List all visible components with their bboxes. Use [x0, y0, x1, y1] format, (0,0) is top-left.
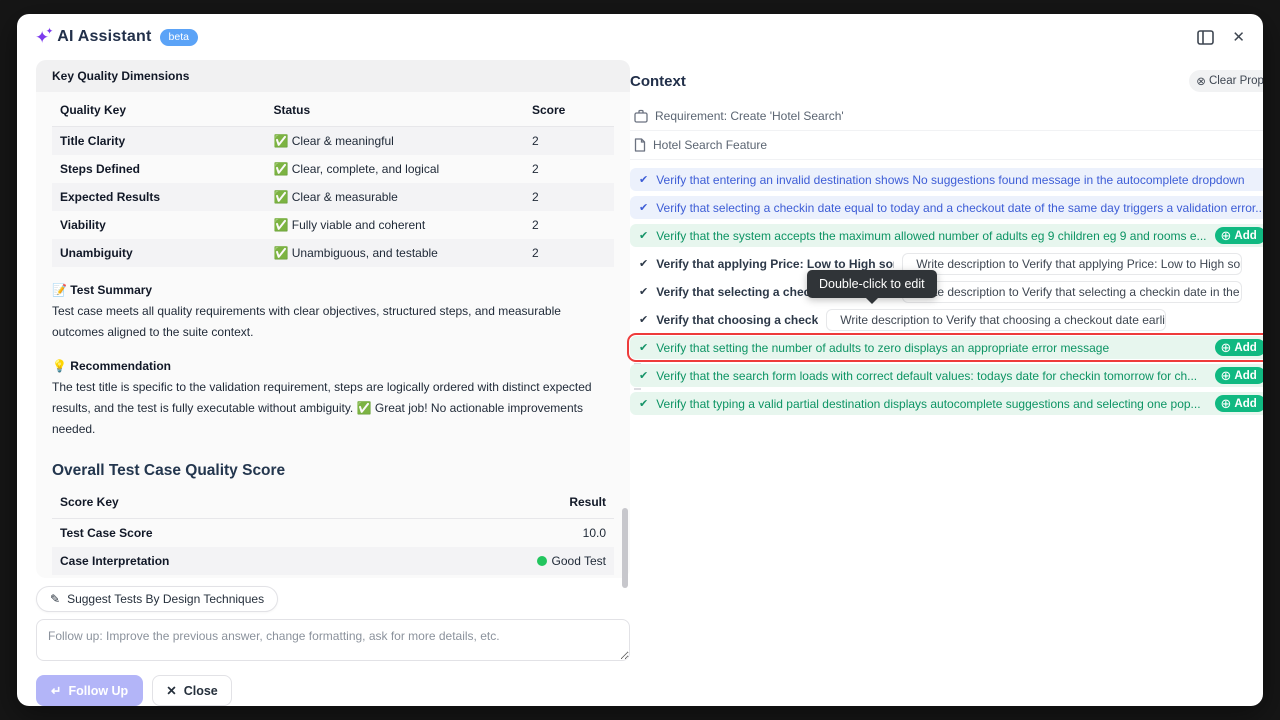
feature-context-row: Hotel Search Feature: [630, 131, 1263, 160]
table-row: Case Interpretation Good Test: [52, 547, 614, 575]
table-row: Steps Defined ✅ Clear, complete, and log…: [52, 155, 614, 183]
proposal-row[interactable]: ✔ Verify that choosing a check Write des…: [630, 308, 1263, 331]
proposal-row-highlighted[interactable]: ✔ Verify that setting the number of adul…: [630, 336, 1263, 359]
check-icon: ✔: [639, 285, 648, 298]
lightbulb-icon: 💡: [52, 359, 67, 373]
return-icon: ↵: [51, 683, 61, 698]
proposal-row[interactable]: ✔ Verify that selecting a checkin date i…: [630, 280, 1263, 303]
left-scrollbar-thumb[interactable]: [622, 508, 628, 588]
assistant-message: Key Quality Dimensions Quality Key Statu…: [36, 60, 630, 578]
circle-plus-icon: ⊕: [1221, 229, 1232, 242]
check-icon: ✔: [639, 397, 648, 410]
score-table: Score Key Result Test Case Score 10.0 Ca…: [52, 486, 614, 575]
edit-tooltip: Double-click to edit: [807, 270, 937, 298]
follow-up-input[interactable]: [36, 619, 630, 661]
table-row: Expected Results ✅ Clear & measurable 2: [52, 183, 614, 211]
proposal-row[interactable]: ✔ Verify that entering an invalid destin…: [630, 168, 1263, 191]
summary-heading: 📝 Test Summary: [52, 283, 614, 297]
recommendation-text: The test title is specific to the valida…: [52, 377, 614, 440]
clear-proposals-button[interactable]: ⊗ Clear Proposals: [1189, 70, 1263, 92]
write-description-button[interactable]: Write description to Verify that choosin…: [826, 309, 1166, 331]
dimensions-header: Key Quality Dimensions: [36, 60, 630, 92]
close-icon: ✕: [166, 683, 176, 698]
table-row: Test Case Score 10.0: [52, 519, 614, 548]
beta-badge: beta: [160, 29, 198, 46]
check-icon: ✔: [639, 257, 648, 270]
document-icon: [634, 138, 646, 152]
table-row: Title Clarity ✅ Clear & meaningful 2: [52, 127, 614, 156]
follow-up-button[interactable]: ↵ Follow Up: [36, 675, 143, 706]
add-proposal-button[interactable]: ⊕Add: [1215, 367, 1264, 384]
check-icon: ✔: [639, 369, 648, 382]
write-description-button[interactable]: Write description to Verify that applyin…: [902, 253, 1242, 275]
add-proposal-button[interactable]: ⊕Add: [1215, 227, 1264, 244]
table-header-row: Score Key Result: [52, 486, 614, 519]
table-row: Viability ✅ Fully viable and coherent 2: [52, 211, 614, 239]
pencil-icon: ✎: [50, 592, 60, 606]
composer-area: ✎ Suggest Tests By Design Techniques ↵ F…: [36, 578, 630, 706]
table-header-row: Quality Key Status Score: [52, 94, 614, 127]
context-title: Context: [630, 73, 686, 90]
briefcase-icon: [634, 109, 648, 123]
proposal-row[interactable]: ✔ Verify that applying Price: Low to Hig…: [630, 252, 1263, 275]
tooltip-arrow: [866, 298, 878, 304]
check-icon: ✔: [639, 173, 648, 186]
add-proposal-button[interactable]: ⊕Add: [1215, 395, 1264, 412]
overall-score-heading: Overall Test Case Quality Score: [52, 462, 614, 480]
check-icon: ✔: [639, 313, 648, 326]
proposal-row[interactable]: ✔ Verify that selecting a checkin date e…: [630, 196, 1263, 219]
quality-table: Quality Key Status Score Title Clarity ✅…: [52, 94, 614, 267]
sparkle-icon: ✦✦: [35, 29, 49, 46]
write-description-button[interactable]: Write description to Verify that selecti…: [902, 281, 1242, 303]
requirement-context-row: Requirement: Create 'Hotel Search': [630, 102, 1263, 131]
add-proposal-button[interactable]: ⊕Add: [1215, 339, 1264, 356]
summary-text: Test case meets all quality requirements…: [52, 301, 614, 343]
assistant-response-column: Key Quality Dimensions Quality Key Statu…: [17, 60, 630, 706]
layout-panel-icon[interactable]: [1197, 30, 1214, 45]
status-dot: [537, 556, 547, 566]
check-icon: ✔: [639, 229, 648, 242]
check-icon: ✔: [639, 341, 648, 354]
close-panel-icon[interactable]: ✕: [1232, 30, 1245, 45]
proposal-row[interactable]: ✔ Verify that the system accepts the max…: [630, 224, 1263, 247]
close-button[interactable]: ✕ Close: [152, 675, 232, 706]
proposal-row[interactable]: ✔ Verify that typing a valid partial des…: [630, 392, 1263, 415]
table-row: Unambiguity ✅ Unambiguous, and testable …: [52, 239, 614, 267]
panel-title: AI Assistant: [57, 28, 151, 46]
panel-header: ✦✦ AI Assistant beta ✕: [17, 14, 1263, 60]
circle-plus-icon: ⊕: [1221, 341, 1232, 354]
memo-icon: 📝: [52, 283, 67, 297]
check-icon: ✔: [639, 201, 648, 214]
ai-assistant-panel: ✦✦ AI Assistant beta ✕ Key Quality Dimen…: [17, 14, 1263, 706]
suggest-tests-button[interactable]: ✎ Suggest Tests By Design Techniques: [36, 586, 278, 612]
proposal-row[interactable]: ✔ Verify that the search form loads with…: [630, 364, 1263, 387]
circle-x-icon: ⊗: [1196, 74, 1206, 88]
context-panel: Context ⊗ Clear Proposals Requirement: C…: [630, 60, 1263, 706]
circle-plus-icon: ⊕: [1221, 369, 1232, 382]
circle-plus-icon: ⊕: [1221, 397, 1232, 410]
recommendation-heading: 💡 Recommendation: [52, 359, 614, 373]
